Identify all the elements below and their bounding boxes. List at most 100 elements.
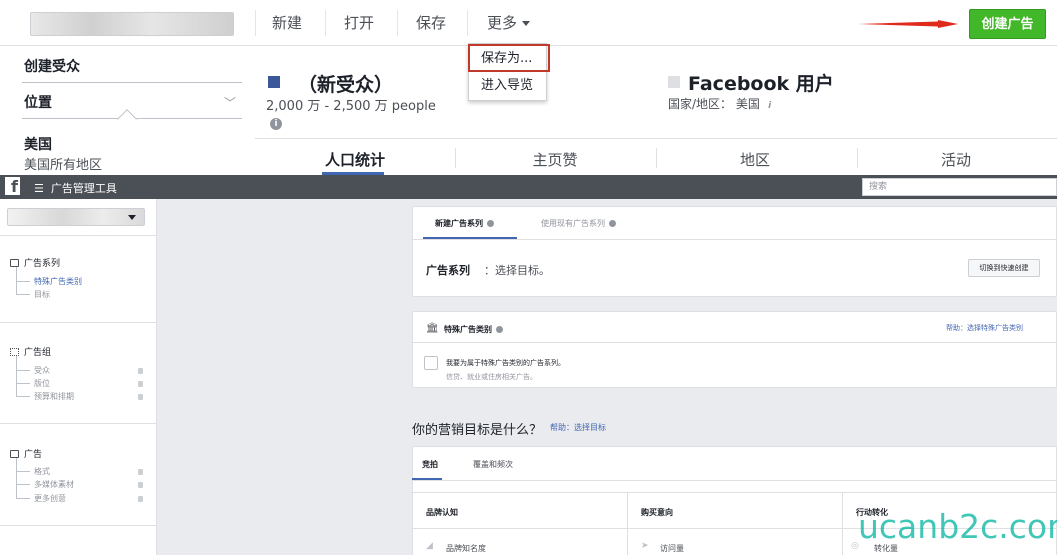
ads-manager-title[interactable]: ☰ 广告管理工具 [34, 180, 117, 196]
ads-sidebar: 广告系列 特殊广告类别 目标 广告组 受众 版位 预算和排期 广告 格式 多媒体… [0, 199, 157, 555]
facebook-users-title: Facebook 用户 [688, 73, 834, 95]
create-audience-title: 创建受众 [24, 59, 80, 75]
tab-demographics[interactable]: 人口统计 [295, 149, 415, 170]
divider [0, 235, 157, 236]
export-menu-item[interactable]: 进入导览 [469, 73, 548, 99]
tree-branch [16, 396, 30, 397]
tree-branch [16, 383, 30, 384]
account-selector[interactable] [30, 12, 234, 36]
sidebar-item-placement[interactable]: 版位 [34, 378, 50, 389]
bank-icon: 🏛 [426, 323, 439, 334]
open-button[interactable]: 打开 [344, 12, 374, 34]
sidebar-item-campaign[interactable]: 广告系列 [10, 256, 60, 269]
sidebar-item-audience[interactable]: 受众 [34, 365, 50, 376]
help-icon [496, 326, 503, 333]
column-divider [627, 492, 628, 555]
lock-icon [138, 381, 143, 387]
special-category-help-link[interactable]: 帮助：选择特殊广告类别 [946, 323, 1023, 333]
checkbox-sublabel: 信贷、就业或住房相关广告。 [446, 373, 537, 381]
column-consideration: 购买意向 [641, 508, 673, 517]
insights-toolbar: 新建 打开 保存 更多 创建广告 [0, 0, 1057, 46]
country-line: 国家/地区： 美国 i [668, 95, 776, 112]
watermark: ucanb2c.com [858, 507, 1057, 546]
caret-down-icon [128, 215, 136, 220]
new-button[interactable]: 新建 [272, 12, 302, 34]
tab-existing-campaign-label: 使用现有广告系列 [541, 219, 605, 228]
objective-question: 你的营销目标是什么？ [412, 423, 543, 438]
sidebar-item-special-category[interactable]: 特殊广告类别 [34, 276, 82, 287]
red-arrow-icon [858, 20, 958, 28]
create-ad-button[interactable]: 创建广告 [969, 9, 1046, 39]
grid-icon [10, 348, 19, 356]
more-button[interactable]: 更多 [487, 12, 531, 34]
sidebar-item-ad[interactable]: 广告 [10, 447, 42, 460]
divider [412, 492, 1057, 493]
tree-line [16, 356, 17, 397]
campaign-card [412, 206, 1057, 297]
divider [0, 423, 157, 424]
objective-help-link[interactable]: 帮助：选择目标 [550, 422, 606, 433]
info-icon[interactable]: i [763, 100, 776, 112]
tab-divider [857, 148, 858, 168]
tab-divider [455, 148, 456, 168]
objective-brand-awareness[interactable]: 品牌知名度 [446, 543, 486, 554]
tab-page-likes[interactable]: 主页赞 [495, 149, 615, 170]
audience-color-swatch [268, 76, 280, 88]
sidebar-adset-label: 广告组 [24, 348, 52, 358]
tree-branch [16, 281, 30, 282]
objective-traffic[interactable]: 访问量 [660, 543, 684, 554]
audience-insights-panel: 新建 打开 保存 更多 创建广告 保存为... 进入导览 创建受众 位置 ﹀ 美… [0, 0, 1057, 175]
checkbox-label: 我要为属于特殊广告类别的广告系列。 [446, 359, 565, 367]
toolbar-divider [255, 10, 256, 36]
divider [22, 82, 242, 83]
toolbar-divider [325, 10, 326, 36]
tab-location[interactable]: 地区 [695, 149, 815, 170]
location-section-toggle[interactable]: 位置 [24, 92, 52, 112]
sidebar-item-media[interactable]: 多媒体素材 [34, 479, 74, 490]
tree-branch [16, 471, 30, 472]
tab-existing-campaign[interactable]: 使用现有广告系列 [541, 218, 616, 229]
campaign-label: 广告系列 [426, 264, 470, 277]
tree-branch [16, 498, 30, 499]
help-icon [609, 220, 616, 227]
location-country: 美国 [24, 137, 52, 153]
ad-account-dropdown[interactable] [7, 208, 145, 226]
app-title-text: 广告管理工具 [50, 182, 117, 195]
more-dropdown-menu: 保存为... 进入导览 [468, 43, 550, 101]
search-input[interactable]: 搜索 [862, 178, 1057, 196]
sidebar-campaign-label: 广告系列 [24, 259, 61, 269]
tab-auction[interactable]: 竞拍 [422, 459, 438, 470]
location-all-areas: 美国所有地区 [24, 158, 103, 173]
lock-icon [138, 394, 143, 400]
save-button[interactable]: 保存 [416, 12, 446, 34]
toolbar-divider [397, 10, 398, 36]
special-category-title-text: 特殊广告类别 [444, 325, 492, 334]
divider [412, 239, 1057, 240]
highlight-box [468, 44, 550, 72]
audience-size: 2,000 万 - 2,500 万 people [266, 99, 436, 114]
sidebar-item-format[interactable]: 格式 [34, 466, 50, 477]
chevron-down-icon[interactable]: ﹀ [224, 94, 236, 111]
tab-divider [656, 148, 657, 168]
sidebar-item-objective[interactable]: 目标 [34, 289, 50, 300]
tree-branch [16, 370, 30, 371]
info-icon[interactable]: i [270, 115, 282, 130]
ad-icon [10, 450, 19, 458]
sidebar-item-more-creative[interactable]: 更多创意 [34, 493, 66, 504]
facebook-logo-icon[interactable]: f [5, 177, 20, 196]
special-category-checkbox[interactable] [424, 356, 438, 370]
lock-icon [138, 482, 143, 488]
tab-activity[interactable]: 活动 [896, 149, 1016, 170]
column-awareness: 品牌认知 [426, 508, 458, 517]
caret-down-icon [522, 21, 531, 26]
tab-new-campaign[interactable]: 新建广告系列 [435, 218, 494, 229]
sidebar-ad-label: 广告 [24, 450, 43, 460]
menu-icon[interactable]: ☰ [34, 182, 44, 195]
country-text: 国家/地区： 美国 [668, 97, 760, 111]
tab-reach-frequency[interactable]: 覆盖和频次 [473, 459, 513, 470]
quick-create-button[interactable]: 切换到快速创建 [968, 259, 1040, 277]
folder-icon [10, 259, 19, 267]
tree-line [16, 458, 17, 499]
lock-icon [138, 368, 143, 374]
sidebar-item-budget[interactable]: 预算和排期 [34, 391, 74, 402]
